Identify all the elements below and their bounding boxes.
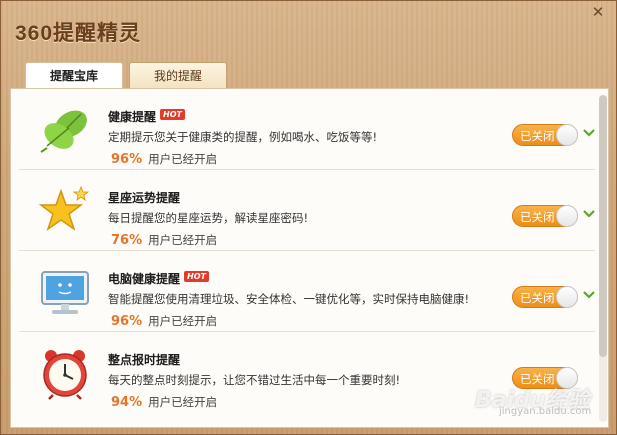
reminder-panel: 健康提醒 HOT 定期提示您关于健康类的提醒，例如喝水、吃饭等等! 96% 用户已经… bbox=[10, 88, 609, 428]
usage-percent: 76% bbox=[111, 233, 143, 248]
star-icon bbox=[38, 185, 90, 231]
item-usage-stat: 96% 用户已经开启 bbox=[111, 313, 217, 329]
toggle-knob bbox=[556, 286, 578, 308]
item-title: 整点报时提醒 bbox=[108, 351, 180, 368]
reminder-toggle[interactable]: 已关闭 bbox=[512, 286, 578, 308]
item-description: 每天的整点时刻提示，让您不错过生活中每一个重要时刻! bbox=[108, 373, 401, 387]
item-title: 健康提醒 HOT bbox=[108, 108, 185, 125]
usage-label: 用户已经开启 bbox=[148, 152, 218, 166]
hot-badge: HOT bbox=[184, 271, 209, 282]
item-title-text: 整点报时提醒 bbox=[108, 353, 181, 367]
toggle-label: 已关闭 bbox=[520, 210, 555, 224]
reminder-toggle[interactable]: 已关闭 bbox=[512, 205, 578, 227]
leaf-icon bbox=[40, 110, 87, 153]
usage-label: 用户已经开启 bbox=[148, 233, 218, 247]
usage-percent: 96% bbox=[111, 314, 143, 329]
list-item: 健康提醒 HOT 定期提示您关于健康类的提醒，例如喝水、吃饭等等! 96% 用户已经… bbox=[19, 89, 595, 170]
item-title: 星座运势提醒 bbox=[108, 189, 180, 206]
item-description: 定期提示您关于健康类的提醒，例如喝水、吃饭等等! bbox=[108, 130, 378, 144]
toggle-label: 已关闭 bbox=[520, 291, 555, 305]
title-bar[interactable]: 360提醒精灵 ✕ bbox=[1, 1, 616, 55]
tab-reminder-library[interactable]: 提醒宝库 bbox=[25, 62, 124, 89]
usage-percent: 94% bbox=[111, 395, 143, 410]
tab-my-reminders[interactable]: 我的提醒 bbox=[129, 62, 228, 89]
close-button[interactable]: ✕ bbox=[589, 3, 607, 21]
scrollbar-thumb[interactable] bbox=[599, 95, 607, 357]
usage-label: 用户已经开启 bbox=[148, 314, 218, 328]
reminder-list: 健康提醒 HOT 定期提示您关于健康类的提醒，例如喝水、吃饭等等! 96% 用户已经… bbox=[19, 89, 595, 427]
app-window: 360提醒精灵 ✕ 提醒宝库 我的提醒 健康提醒 HOT 定期提示您关于健康类的提… bbox=[0, 0, 617, 435]
chevron-down-icon[interactable] bbox=[582, 288, 596, 302]
list-item: 星座运势提醒 每日提醒您的星座运势，解读星座密码! 76% 用户已经开启 已关闭 bbox=[19, 170, 595, 251]
item-usage-stat: 94% 用户已经开启 bbox=[111, 394, 217, 410]
item-title-text: 健康提醒 bbox=[108, 110, 157, 124]
hot-badge: HOT bbox=[160, 109, 185, 120]
usage-percent: 96% bbox=[111, 152, 143, 167]
item-description: 每日提醒您的星座运势，解读星座密码! bbox=[108, 211, 309, 225]
alarm-clock-icon bbox=[43, 350, 87, 400]
toggle-knob bbox=[556, 205, 578, 227]
scrollbar-track[interactable] bbox=[599, 95, 607, 422]
item-title-text: 电脑健康提醒 bbox=[108, 272, 181, 286]
tab-bar: 提醒宝库 我的提醒 bbox=[25, 62, 228, 89]
chevron-down-icon[interactable] bbox=[582, 126, 596, 140]
monitor-icon bbox=[41, 271, 89, 314]
watermark-url: jingyan.baidu.com bbox=[499, 406, 592, 417]
list-item: 电脑健康提醒 HOT 智能提醒您使用清理垃圾、安全体检、一键优化等，实时保持电脑健… bbox=[19, 251, 595, 332]
toggle-label: 已关闭 bbox=[520, 129, 555, 143]
reminder-toggle[interactable]: 已关闭 bbox=[512, 124, 578, 146]
item-description: 智能提醒您使用清理垃圾、安全体检、一键优化等，实时保持电脑健康! bbox=[108, 292, 470, 306]
item-title-text: 星座运势提醒 bbox=[108, 191, 181, 205]
app-title: 360提醒精灵 bbox=[15, 22, 142, 45]
toggle-knob bbox=[556, 124, 578, 146]
usage-label: 用户已经开启 bbox=[148, 395, 218, 409]
item-usage-stat: 96% 用户已经开启 bbox=[111, 151, 217, 167]
item-title: 电脑健康提醒 HOT bbox=[108, 270, 209, 287]
chevron-down-icon[interactable] bbox=[582, 207, 596, 221]
item-usage-stat: 76% 用户已经开启 bbox=[111, 232, 217, 248]
